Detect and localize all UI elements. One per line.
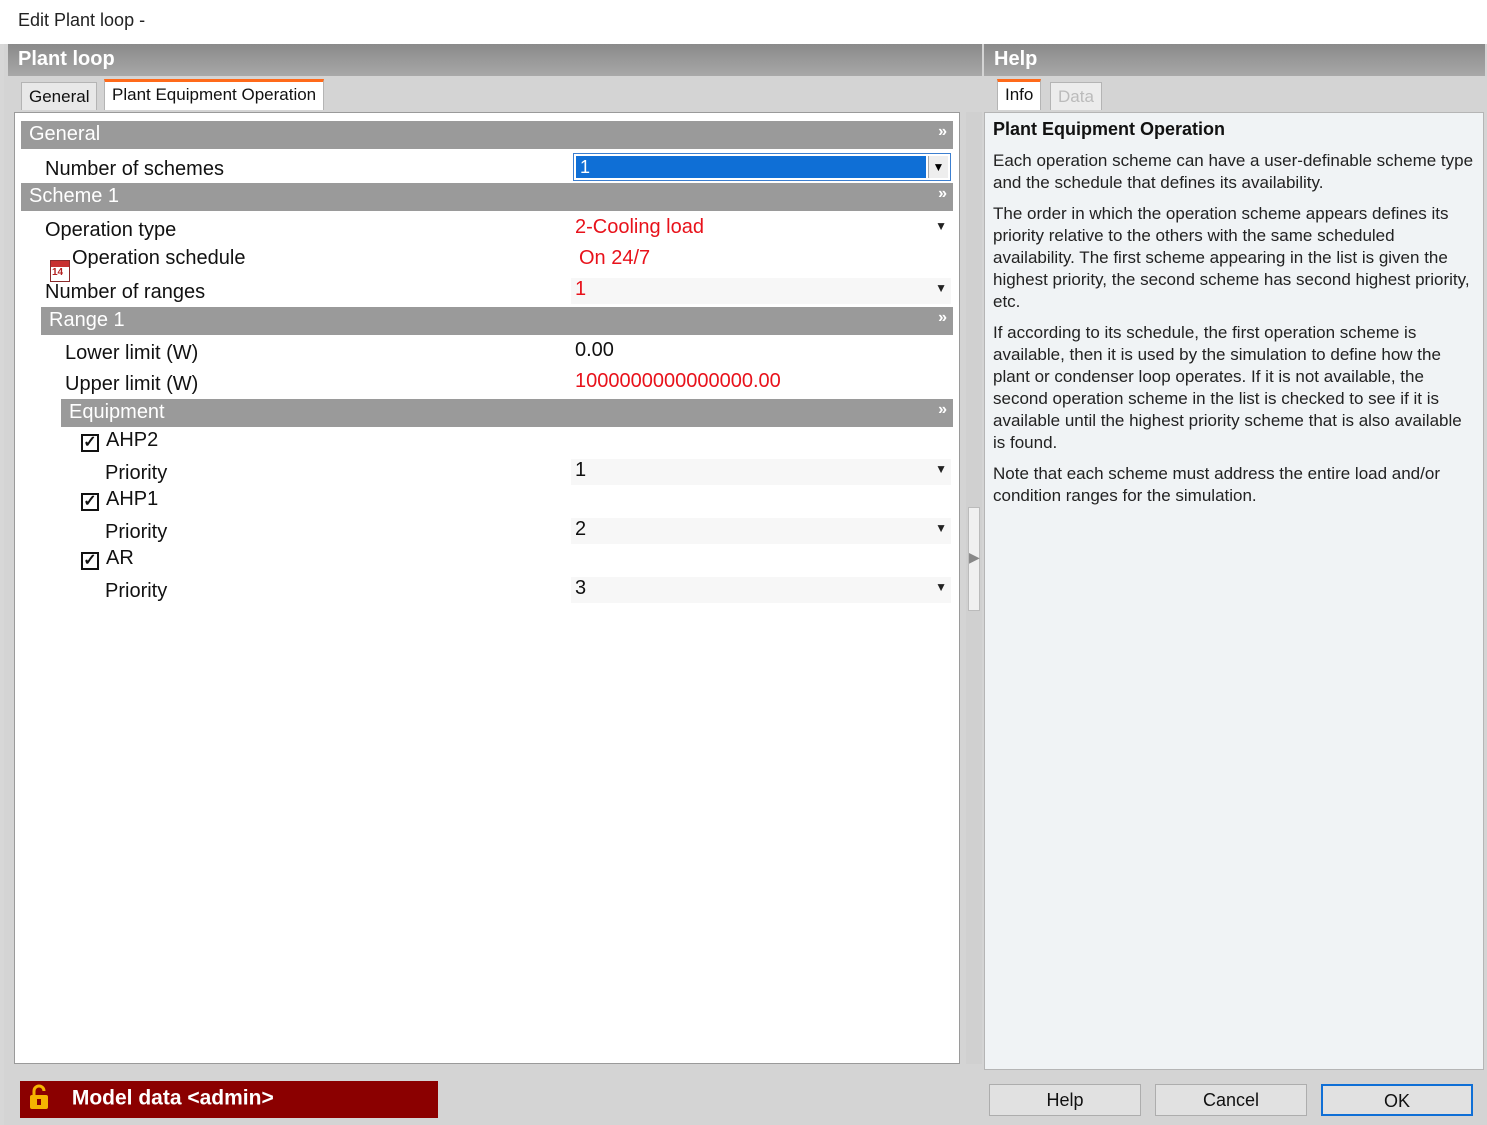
operation-schedule-label: Operation schedule (72, 247, 246, 269)
checkbox-ahp1[interactable]: ✓ (81, 493, 99, 511)
chevron-right-icon[interactable]: ▶ (969, 549, 980, 566)
window-title: Edit Plant loop - (18, 10, 146, 30)
help-info-panel: Plant Equipment Operation Each operation… (984, 112, 1484, 1070)
double-chevron-down-icon[interactable]: » (938, 309, 947, 327)
model-data-label: Model data <admin> (71, 1086, 274, 1110)
group-range-1[interactable]: Range 1 » (41, 307, 953, 335)
equipment-name: AR (106, 547, 134, 569)
double-chevron-down-icon[interactable]: » (938, 185, 947, 203)
help-paragraph: The order in which the operation scheme … (993, 204, 1470, 311)
priority-select-ahp2[interactable]: 1 ▼ (571, 459, 951, 485)
help-paragraph: Each operation scheme can have a user-de… (993, 151, 1474, 192)
number-of-schemes-value: 1 (576, 156, 926, 178)
lock-icon (28, 1084, 50, 1110)
number-of-ranges-value: 1 (575, 278, 587, 300)
dialog-body: Plant loop General Plant Equipment Opera… (4, 44, 1487, 1125)
checkbox-ahp2[interactable]: ✓ (81, 434, 99, 452)
group-scheme-1[interactable]: Scheme 1 » (21, 183, 953, 211)
operation-type-select[interactable]: 2-Cooling load ▼ (571, 216, 951, 242)
priority-value: 2 (575, 518, 587, 540)
dropdown-arrow-icon[interactable]: ▼ (928, 156, 948, 178)
property-grid: General » Number of schemes 1 ▼ Scheme 1… (14, 112, 960, 1064)
priority-label: Priority (105, 521, 168, 543)
help-header: Help (984, 44, 1485, 76)
group-general-label: General (29, 123, 101, 145)
group-general[interactable]: General » (21, 121, 953, 149)
model-data-bar[interactable]: Model data <admin> (20, 1081, 438, 1118)
priority-value: 1 (575, 459, 587, 481)
priority-select-ar[interactable]: 3 ▼ (571, 577, 951, 603)
panel-splitter[interactable]: ▶ (966, 112, 982, 1064)
help-button[interactable]: Help (989, 1084, 1141, 1116)
dropdown-arrow-icon[interactable]: ▼ (935, 521, 947, 535)
window-titlebar: Edit Plant loop - (0, 0, 1487, 44)
priority-value: 3 (575, 577, 587, 599)
tab-plant-equipment-operation[interactable]: Plant Equipment Operation (104, 79, 325, 110)
checkbox-ar[interactable]: ✓ (81, 552, 99, 570)
group-equipment-label: Equipment (69, 401, 165, 423)
number-of-ranges-label: Number of ranges (45, 281, 206, 303)
tab-general[interactable]: General (21, 82, 98, 110)
group-scheme-label: Scheme 1 (29, 185, 120, 207)
cancel-button[interactable]: Cancel (1155, 1084, 1307, 1116)
help-paragraph: Note that each scheme must address the e… (993, 464, 1440, 505)
help-paragraph: If according to its schedule, the first … (993, 323, 1462, 452)
tab-help-data[interactable]: Data (1050, 82, 1102, 110)
equipment-name: AHP2 (106, 429, 159, 451)
help-title: Plant Equipment Operation (993, 119, 1226, 139)
number-of-schemes-select[interactable]: 1 ▼ (573, 153, 951, 181)
group-equipment[interactable]: Equipment » (61, 399, 953, 427)
dropdown-arrow-icon[interactable]: ▼ (935, 281, 947, 295)
number-of-ranges-select[interactable]: 1 ▼ (571, 278, 951, 304)
plant-loop-header: Plant loop (8, 44, 982, 76)
upper-limit-input[interactable]: 1000000000000000.00 (571, 370, 951, 396)
priority-label: Priority (105, 462, 168, 484)
priority-label: Priority (105, 580, 168, 602)
ok-button[interactable]: OK (1321, 1084, 1473, 1116)
equipment-name: AHP1 (106, 488, 159, 510)
operation-schedule-value[interactable]: On 24/7 (575, 247, 951, 273)
operation-type-value: 2-Cooling load (575, 216, 704, 238)
dropdown-arrow-icon[interactable]: ▼ (935, 462, 947, 476)
double-chevron-down-icon[interactable]: » (938, 123, 947, 141)
dropdown-arrow-icon[interactable]: ▼ (935, 219, 947, 233)
number-of-schemes-label: Number of schemes (45, 158, 224, 180)
lower-limit-input[interactable]: 0.00 (571, 339, 951, 365)
tab-help-info[interactable]: Info (997, 79, 1042, 110)
lower-limit-label: Lower limit (W) (65, 342, 199, 364)
upper-limit-label: Upper limit (W) (65, 373, 199, 395)
dropdown-arrow-icon[interactable]: ▼ (935, 580, 947, 594)
priority-select-ahp1[interactable]: 2 ▼ (571, 518, 951, 544)
calendar-icon[interactable]: 14 (50, 260, 70, 282)
operation-type-label: Operation type (45, 219, 177, 241)
group-range-label: Range 1 (49, 309, 125, 331)
double-chevron-down-icon[interactable]: » (938, 401, 947, 419)
